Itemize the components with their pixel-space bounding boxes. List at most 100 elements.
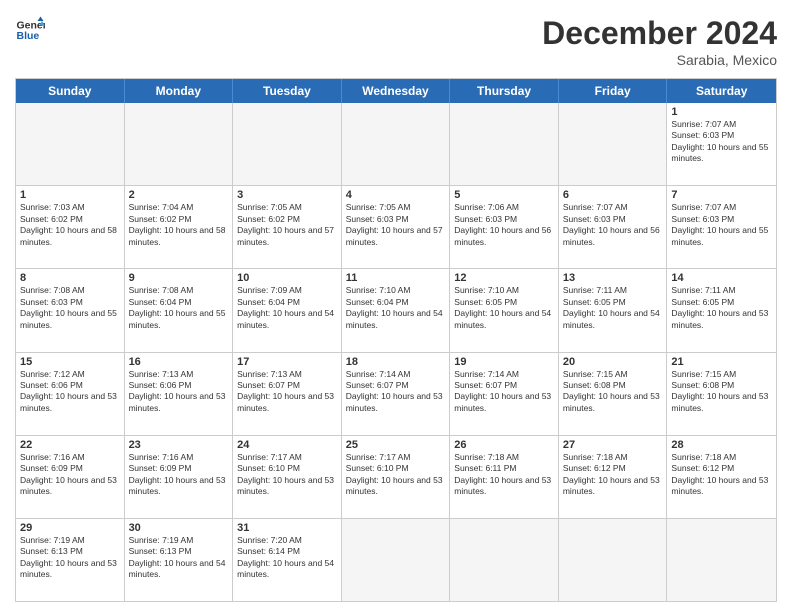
cell-4-4: 26 Sunrise: 7:18 AM Sunset: 6:11 PM Dayl… — [450, 436, 559, 518]
daylight: Daylight: 10 hours and 54 minutes. — [346, 308, 443, 329]
daylight: Daylight: 10 hours and 53 minutes. — [346, 475, 443, 496]
daylight: Daylight: 10 hours and 53 minutes. — [346, 391, 443, 412]
sunrise: Sunrise: 7:16 AM — [20, 452, 85, 462]
header-friday: Friday — [559, 79, 668, 103]
daylight: Daylight: 10 hours and 53 minutes. — [237, 391, 334, 412]
daylight: Daylight: 10 hours and 55 minutes. — [129, 308, 226, 329]
calendar-body: 1 Sunrise: 7:07 AM Sunset: 6:03 PM Dayli… — [16, 103, 776, 601]
header-tuesday: Tuesday — [233, 79, 342, 103]
sunset: Sunset: 6:02 PM — [20, 214, 83, 224]
month-title: December 2024 — [542, 15, 777, 52]
cell-2-6: 14 Sunrise: 7:11 AM Sunset: 6:05 PM Dayl… — [667, 269, 776, 351]
cell-0-6: 1 Sunrise: 7:07 AM Sunset: 6:03 PM Dayli… — [667, 103, 776, 185]
daylight: Daylight: 10 hours and 54 minutes. — [237, 308, 334, 329]
day-number: 22 — [20, 439, 120, 451]
sunset: Sunset: 6:03 PM — [563, 214, 626, 224]
daylight: Daylight: 10 hours and 53 minutes. — [671, 391, 768, 412]
day-number: 10 — [237, 272, 337, 284]
logo: General Blue — [15, 15, 45, 45]
daylight: Daylight: 10 hours and 54 minutes. — [563, 308, 660, 329]
cell-1-1: 2 Sunrise: 7:04 AM Sunset: 6:02 PM Dayli… — [125, 186, 234, 268]
daylight: Daylight: 10 hours and 54 minutes. — [237, 558, 334, 579]
week-row-5: 29 Sunrise: 7:19 AM Sunset: 6:13 PM Dayl… — [16, 519, 776, 601]
sunrise: Sunrise: 7:07 AM — [671, 202, 736, 212]
cell-3-0: 15 Sunrise: 7:12 AM Sunset: 6:06 PM Dayl… — [16, 353, 125, 435]
day-number: 7 — [671, 189, 772, 201]
sunset: Sunset: 6:07 PM — [454, 380, 517, 390]
page: General Blue December 2024 Sarabia, Mexi… — [0, 0, 792, 612]
day-number: 31 — [237, 522, 337, 534]
cell-2-2: 10 Sunrise: 7:09 AM Sunset: 6:04 PM Dayl… — [233, 269, 342, 351]
daylight: Daylight: 10 hours and 53 minutes. — [20, 558, 117, 579]
day-number: 21 — [671, 356, 772, 368]
day-number: 25 — [346, 439, 446, 451]
sunset: Sunset: 6:06 PM — [129, 380, 192, 390]
day-number: 24 — [237, 439, 337, 451]
daylight: Daylight: 10 hours and 55 minutes. — [20, 308, 117, 329]
daylight: Daylight: 10 hours and 55 minutes. — [671, 225, 768, 246]
sunrise: Sunrise: 7:13 AM — [129, 369, 194, 379]
sunrise: Sunrise: 7:14 AM — [346, 369, 411, 379]
day-number: 26 — [454, 439, 554, 451]
daylight: Daylight: 10 hours and 53 minutes. — [563, 391, 660, 412]
cell-2-3: 11 Sunrise: 7:10 AM Sunset: 6:04 PM Dayl… — [342, 269, 451, 351]
sunrise: Sunrise: 7:10 AM — [346, 285, 411, 295]
sunrise: Sunrise: 7:08 AM — [20, 285, 85, 295]
cell-4-3: 25 Sunrise: 7:17 AM Sunset: 6:10 PM Dayl… — [342, 436, 451, 518]
sunset: Sunset: 6:03 PM — [20, 297, 83, 307]
sunrise: Sunrise: 7:19 AM — [20, 535, 85, 545]
cell-3-1: 16 Sunrise: 7:13 AM Sunset: 6:06 PM Dayl… — [125, 353, 234, 435]
cell-3-4: 19 Sunrise: 7:14 AM Sunset: 6:07 PM Dayl… — [450, 353, 559, 435]
day-number: 28 — [671, 439, 772, 451]
cell-3-3: 18 Sunrise: 7:14 AM Sunset: 6:07 PM Dayl… — [342, 353, 451, 435]
cell-1-5: 6 Sunrise: 7:07 AM Sunset: 6:03 PM Dayli… — [559, 186, 668, 268]
cell-5-1: 30 Sunrise: 7:19 AM Sunset: 6:13 PM Dayl… — [125, 519, 234, 601]
sunset: Sunset: 6:08 PM — [671, 380, 734, 390]
sunrise: Sunrise: 7:17 AM — [237, 452, 302, 462]
day-number: 30 — [129, 522, 229, 534]
header-saturday: Saturday — [667, 79, 776, 103]
sunrise: Sunrise: 7:05 AM — [346, 202, 411, 212]
cell-2-1: 9 Sunrise: 7:08 AM Sunset: 6:04 PM Dayli… — [125, 269, 234, 351]
cell-4-6: 28 Sunrise: 7:18 AM Sunset: 6:12 PM Dayl… — [667, 436, 776, 518]
cell-2-0: 8 Sunrise: 7:08 AM Sunset: 6:03 PM Dayli… — [16, 269, 125, 351]
sunrise: Sunrise: 7:11 AM — [671, 285, 735, 295]
sunset: Sunset: 6:02 PM — [237, 214, 300, 224]
daylight: Daylight: 10 hours and 58 minutes. — [129, 225, 226, 246]
daylight: Daylight: 10 hours and 53 minutes. — [129, 475, 226, 496]
week-row-0: 1 Sunrise: 7:07 AM Sunset: 6:03 PM Dayli… — [16, 103, 776, 186]
day-number: 13 — [563, 272, 663, 284]
daylight: Daylight: 10 hours and 57 minutes. — [346, 225, 443, 246]
cell-0-3 — [342, 103, 451, 185]
logo-icon: General Blue — [15, 15, 45, 45]
sunrise: Sunrise: 7:06 AM — [454, 202, 519, 212]
sunrise: Sunrise: 7:11 AM — [563, 285, 627, 295]
day-number: 8 — [20, 272, 120, 284]
cell-5-3 — [342, 519, 451, 601]
cell-1-2: 3 Sunrise: 7:05 AM Sunset: 6:02 PM Dayli… — [233, 186, 342, 268]
cell-0-0 — [16, 103, 125, 185]
cell-0-1 — [125, 103, 234, 185]
week-row-2: 8 Sunrise: 7:08 AM Sunset: 6:03 PM Dayli… — [16, 269, 776, 352]
sunset: Sunset: 6:07 PM — [237, 380, 300, 390]
daylight: Daylight: 10 hours and 56 minutes. — [563, 225, 660, 246]
sunrise: Sunrise: 7:04 AM — [129, 202, 194, 212]
daylight: Daylight: 10 hours and 53 minutes. — [129, 391, 226, 412]
week-row-1: 1 Sunrise: 7:03 AM Sunset: 6:02 PM Dayli… — [16, 186, 776, 269]
title-block: December 2024 Sarabia, Mexico — [542, 15, 777, 68]
week-row-4: 22 Sunrise: 7:16 AM Sunset: 6:09 PM Dayl… — [16, 436, 776, 519]
day-number: 27 — [563, 439, 663, 451]
sunset: Sunset: 6:05 PM — [563, 297, 626, 307]
cell-5-2: 31 Sunrise: 7:20 AM Sunset: 6:14 PM Dayl… — [233, 519, 342, 601]
header-thursday: Thursday — [450, 79, 559, 103]
day-number: 3 — [237, 189, 337, 201]
cell-1-0: 1 Sunrise: 7:03 AM Sunset: 6:02 PM Dayli… — [16, 186, 125, 268]
sunset: Sunset: 6:12 PM — [671, 463, 734, 473]
sunset: Sunset: 6:04 PM — [129, 297, 192, 307]
day-number: 14 — [671, 272, 772, 284]
sunrise: Sunrise: 7:14 AM — [454, 369, 519, 379]
sunrise: Sunrise: 7:07 AM — [671, 119, 736, 129]
cell-5-0: 29 Sunrise: 7:19 AM Sunset: 6:13 PM Dayl… — [16, 519, 125, 601]
cell-1-4: 5 Sunrise: 7:06 AM Sunset: 6:03 PM Dayli… — [450, 186, 559, 268]
day-number: 2 — [129, 189, 229, 201]
